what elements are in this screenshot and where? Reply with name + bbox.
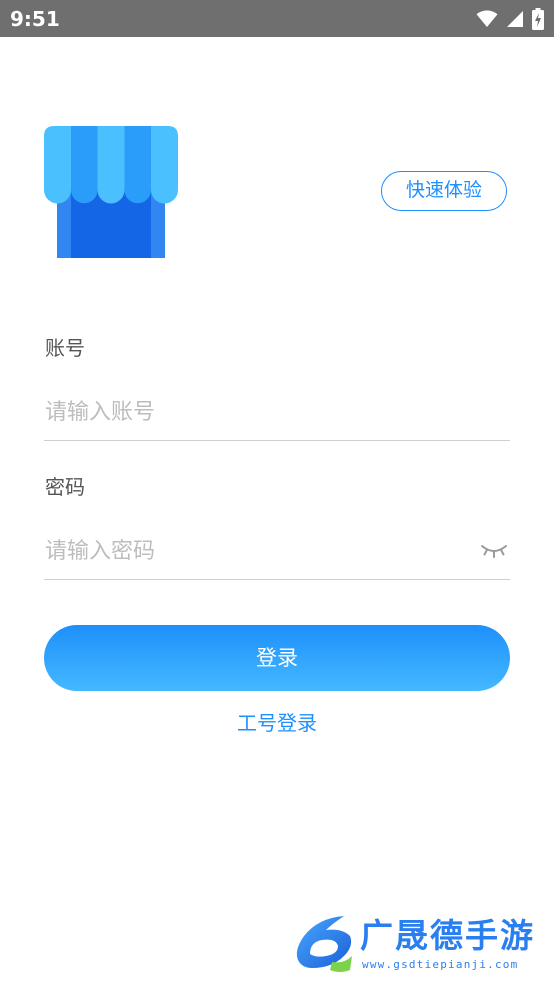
battery-charging-icon xyxy=(532,8,544,30)
staff-id-login-link[interactable]: 工号登录 xyxy=(0,709,554,737)
password-input[interactable] xyxy=(44,524,465,578)
watermark-url: www.gsdtiepianji.com xyxy=(362,958,519,971)
password-label: 密码 xyxy=(45,475,85,499)
eye-closed-icon[interactable] xyxy=(480,542,508,560)
watermark: 广晟德手游 www.gsdtiepianji.com xyxy=(292,910,554,982)
status-bar: 9:51 xyxy=(0,0,554,37)
shop-storefront-icon xyxy=(44,126,178,258)
quick-experience-button[interactable]: 快速体验 xyxy=(381,171,507,211)
login-button[interactable]: 登录 xyxy=(44,625,510,691)
wifi-icon xyxy=(476,10,498,28)
account-field-container xyxy=(44,385,510,441)
cellular-signal-icon xyxy=(506,10,524,28)
status-icons xyxy=(476,7,544,31)
password-field-container xyxy=(44,524,510,580)
status-time: 9:51 xyxy=(10,7,60,31)
account-input[interactable] xyxy=(44,385,465,439)
watermark-logo-icon xyxy=(292,910,356,978)
watermark-brand: 广晟德手游 xyxy=(360,916,535,955)
account-label: 账号 xyxy=(45,336,85,360)
